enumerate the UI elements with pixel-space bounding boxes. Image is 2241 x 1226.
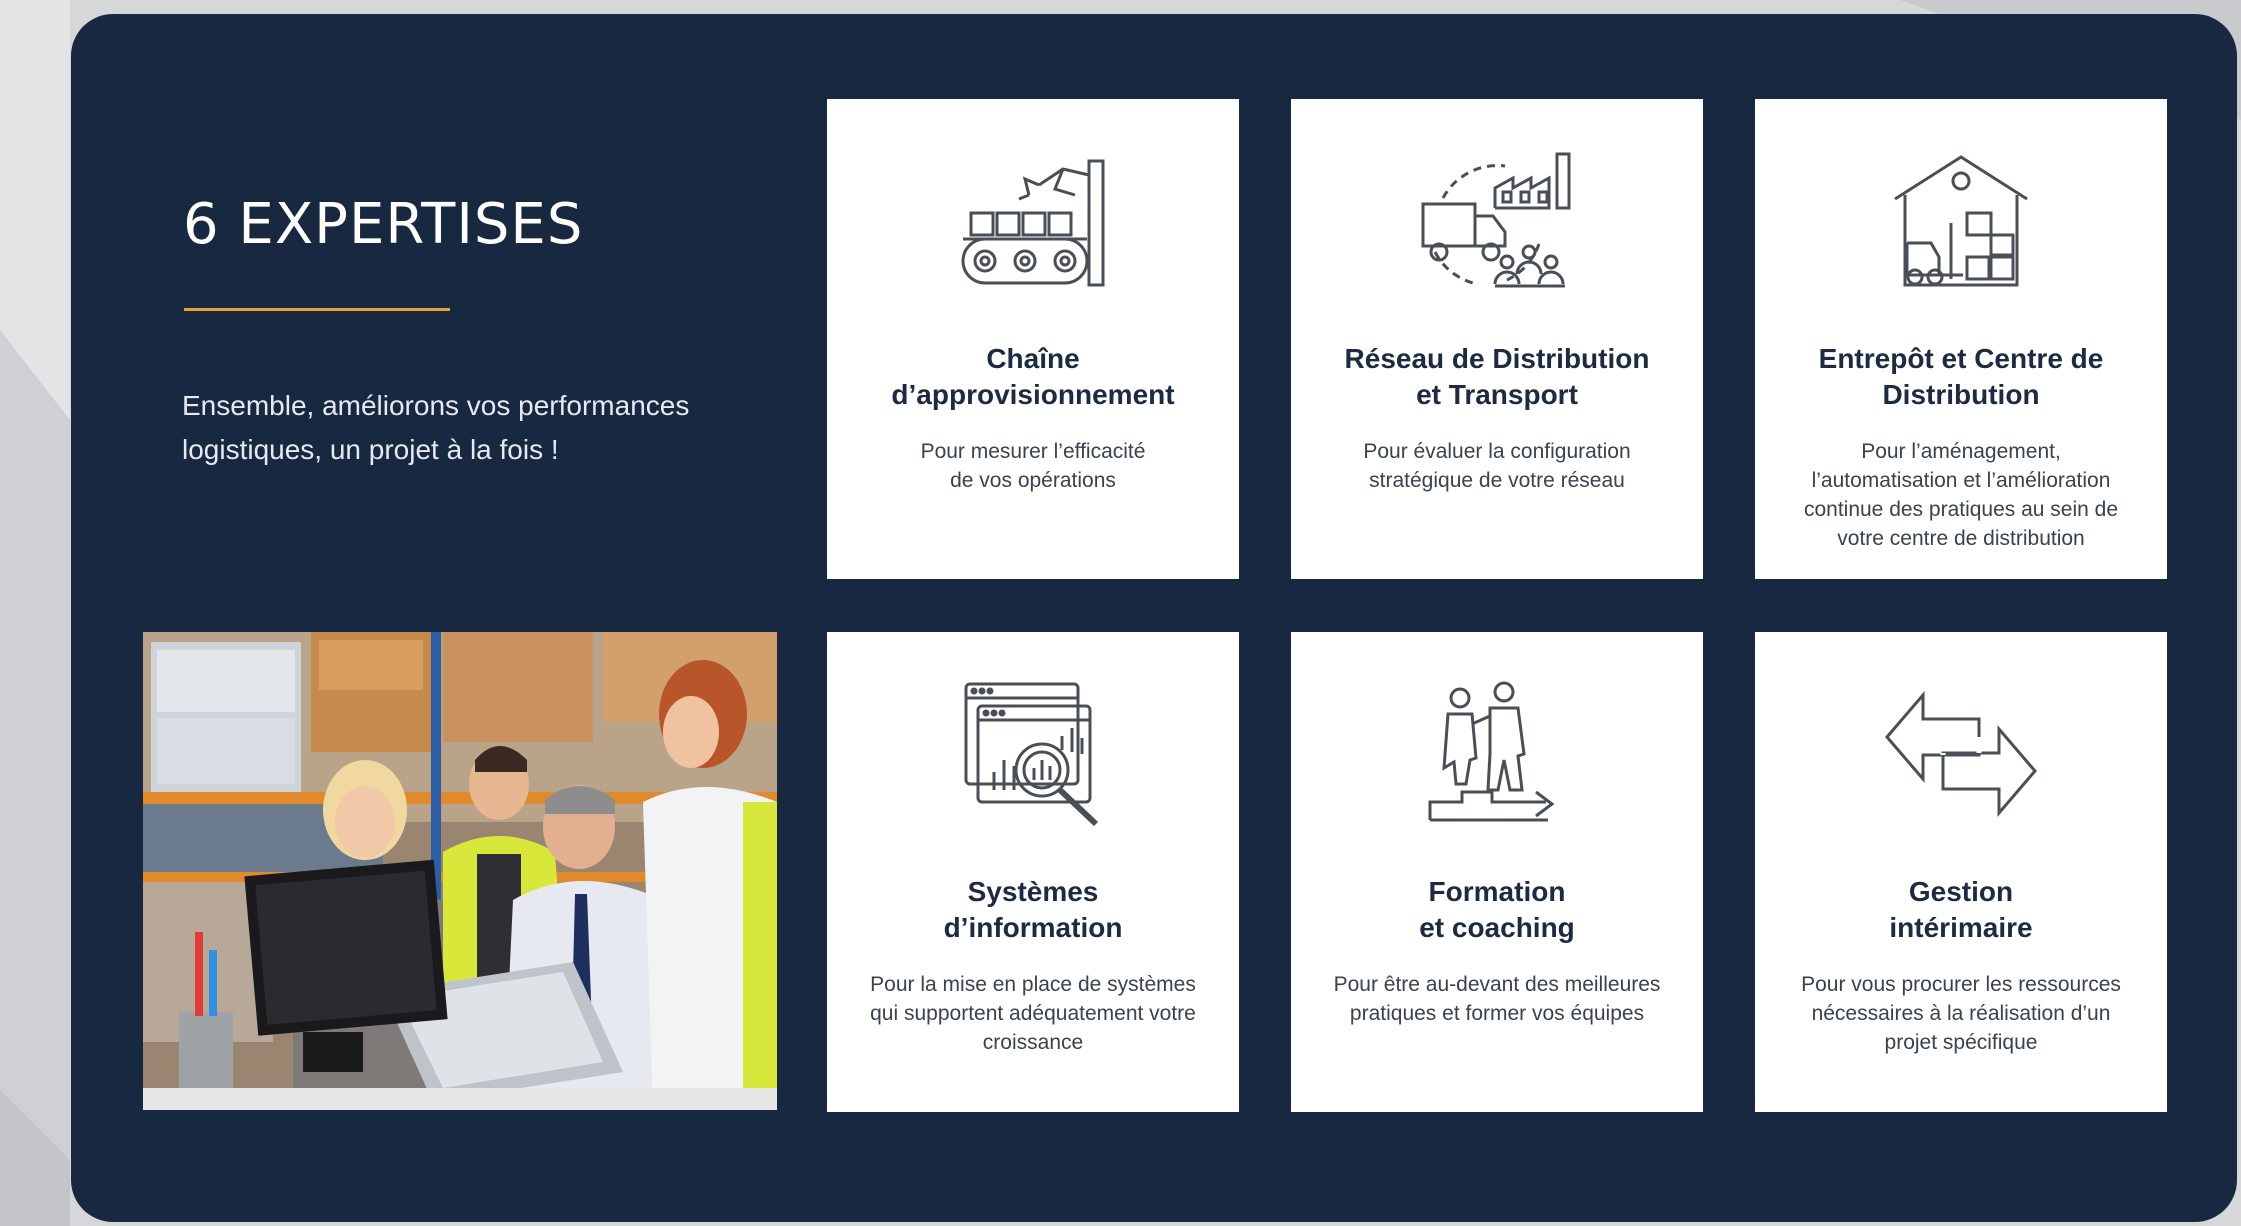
section-intro: Ensemble, améliorons vos performances lo… [182, 390, 690, 465]
card-title: Systèmes d’information [943, 876, 1123, 943]
data-analysis-magnifier-icon [964, 682, 1099, 827]
card-description: Pour évaluer la configuration stratégiqu… [1363, 440, 1631, 492]
card-description: Pour mesurer l’efficacité de vos opérati… [920, 440, 1146, 492]
conveyor-robot-arm-icon [961, 159, 1105, 287]
expertise-card-warehouse[interactable]: Entrepôt et Centre de Distribution Pour … [1755, 99, 2167, 579]
heading-underline [184, 308, 450, 311]
card-description: Pour la mise en place de systèmes qui su… [870, 973, 1196, 1054]
truck-factory-network-icon [1421, 152, 1571, 288]
card-title: Chaîne d’approvisionnement [891, 343, 1175, 410]
warehouse-team-photo [143, 632, 777, 1110]
card-description: Pour vous procurer les ressources nécess… [1801, 973, 2121, 1054]
exchange-arrows-icon [1885, 690, 2037, 818]
training-people-stairs-icon [1428, 681, 1555, 822]
card-description: Pour être au-devant des meilleures prati… [1333, 973, 1661, 1025]
expertise-card-distribution-network[interactable]: Réseau de Distribution et Transport Pour… [1291, 99, 1703, 579]
expertise-card-information-systems[interactable]: Systèmes d’information Pour la mise en p… [827, 632, 1239, 1112]
expertise-card-supply-chain[interactable]: Chaîne d’approvisionnement Pour mesurer … [827, 99, 1239, 579]
card-title: Réseau de Distribution et Transport [1344, 343, 1650, 410]
expertises-panel: 6 EXPERTISES Ensemble, améliorons vos pe… [71, 14, 2237, 1222]
card-title: Entrepôt et Centre de Distribution [1818, 343, 2104, 410]
expertise-card-interim-management[interactable]: Gestion intérimaire Pour vous procurer l… [1755, 632, 2167, 1112]
section-heading: 6 EXPERTISES [183, 192, 584, 257]
warehouse-forklift-icon [1894, 155, 2028, 287]
expertise-card-training[interactable]: Formation et coaching Pour être au-devan… [1291, 632, 1703, 1112]
card-title: Gestion intérimaire [1889, 876, 2033, 943]
card-description: Pour l’aménagement, l’automatisation et … [1803, 440, 2119, 550]
card-title: Formation et coaching [1419, 876, 1575, 943]
